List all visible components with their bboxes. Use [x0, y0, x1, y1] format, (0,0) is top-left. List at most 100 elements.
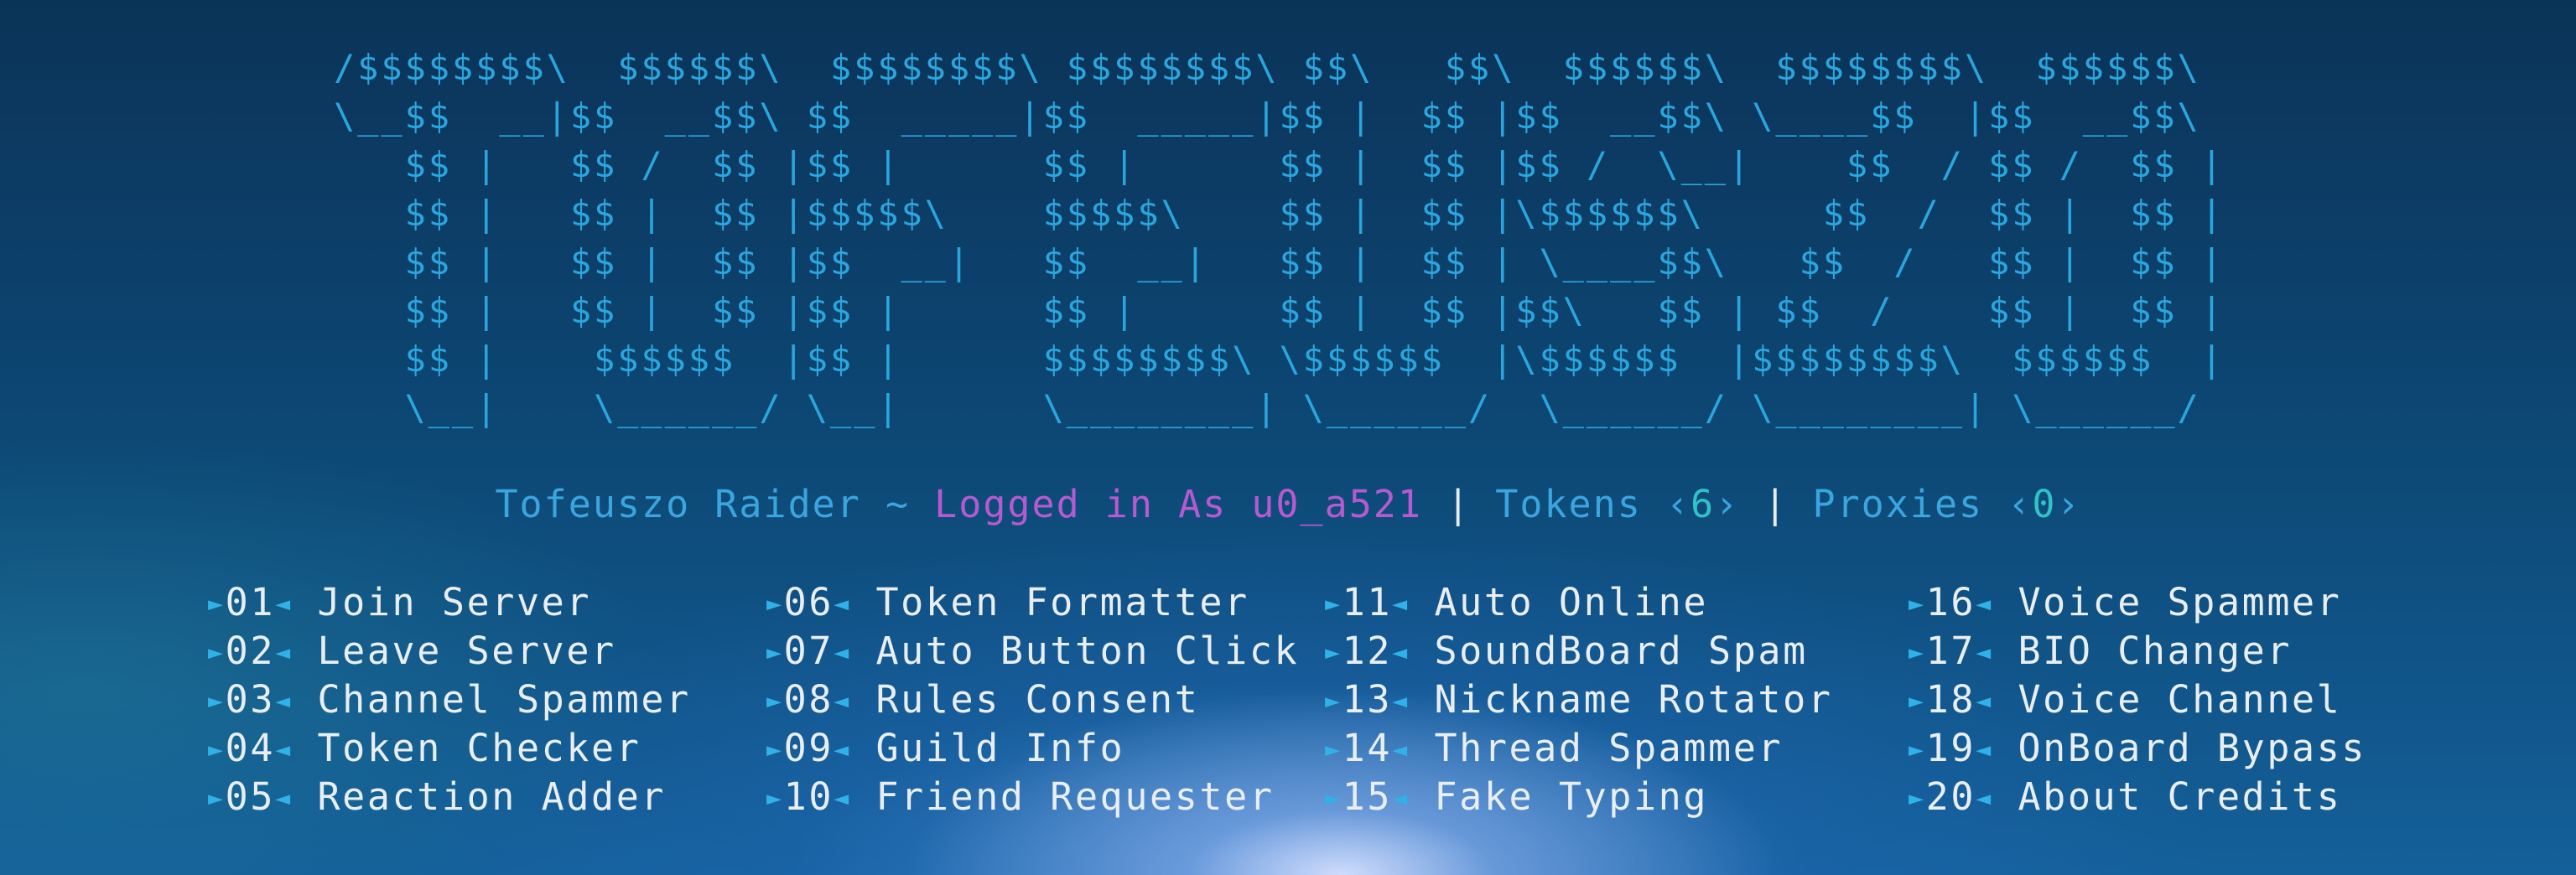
arrow-right-icon: ►: [766, 638, 784, 667]
logged-in-user: Logged in As u0_a521: [934, 482, 1422, 526]
tokens-bracket-open: ‹: [1665, 482, 1691, 526]
arrow-right-icon: ►: [208, 735, 226, 764]
menu-item-label: Fake Typing: [1434, 774, 1709, 819]
arrow-left-icon: ◄: [1976, 735, 1993, 764]
tokens-bracket-close: ›: [1715, 482, 1740, 526]
arrow-left-icon: ◄: [1392, 784, 1410, 813]
menu-item-18[interactable]: ►18◄ Voice Channel: [1909, 676, 2366, 724]
menu-item-label: Voice Channel: [2018, 677, 2342, 722]
menu-column-1: ►01◄ Join Server ►02◄ Leave Server ►03◄ Ch…: [208, 578, 691, 821]
menu-item-number: 14: [1342, 726, 1393, 770]
menu-item-number: 09: [783, 726, 834, 770]
menu-item-label: Voice Spammer: [2018, 580, 2342, 624]
status-pipe: |: [1422, 482, 1496, 526]
menu-item-02[interactable]: ►02◄ Leave Server: [208, 627, 691, 676]
menu-item-19[interactable]: ►19◄ OnBoard Bypass: [1909, 724, 2366, 773]
arrow-right-icon: ►: [1909, 735, 1926, 764]
menu-item-01[interactable]: ►01◄ Join Server: [208, 578, 691, 627]
menu-item-12[interactable]: ►12◄ SoundBoard Spam: [1325, 627, 1833, 676]
menu-item-11[interactable]: ►11◄ Auto Online: [1325, 578, 1833, 627]
menu-item-16[interactable]: ►16◄ Voice Spammer: [1909, 578, 2366, 627]
arrow-right-icon: ►: [1325, 638, 1343, 667]
menu-item-number: 19: [1925, 726, 1976, 770]
arrow-right-icon: ►: [1325, 686, 1343, 716]
banner-line: $$ | $$$$$$ |$$ | $$$$$$$$\ \$$$$$$ |\$$…: [334, 339, 2225, 380]
arrow-right-icon: ►: [1909, 784, 1926, 813]
menu-item-number: 01: [225, 580, 276, 624]
arrow-left-icon: ◄: [1392, 589, 1410, 619]
proxies-bracket-open: ‹: [2007, 482, 2033, 526]
status-line: Tofeuszo Raider ~ Logged in As u0_a521 |…: [0, 479, 2576, 530]
menu-item-label: Reaction Adder: [317, 774, 667, 819]
arrow-left-icon: ◄: [1976, 686, 1993, 716]
banner-line: \__| \______/ \__| \________| \______/ \…: [334, 387, 2201, 428]
arrow-right-icon: ►: [208, 638, 226, 667]
menu-item-15[interactable]: ►15◄ Fake Typing: [1325, 773, 1833, 821]
menu-item-label: Rules Consent: [875, 677, 1200, 722]
menu-item-20[interactable]: ►20◄ About Credits: [1909, 773, 2366, 821]
menu-item-13[interactable]: ►13◄ Nickname Rotator: [1325, 676, 1833, 724]
banner-line: $$ | $$ | $$ |$$$$$\ $$$$$\ $$ | $$ |\$$…: [334, 193, 2225, 234]
banner-line: /$$$$$$$$\ $$$$$$\ $$$$$$$$\ $$$$$$$$\ $…: [334, 47, 2201, 88]
tokens-label: Tokens: [1495, 482, 1666, 526]
arrow-right-icon: ►: [1909, 589, 1926, 619]
menu-item-label: Auto Button Click: [875, 629, 1300, 673]
menu-item-label: Join Server: [317, 580, 592, 624]
menu-item-label: Guild Info: [875, 726, 1125, 770]
arrow-left-icon: ◄: [1392, 686, 1410, 716]
menu-item-number: 10: [783, 774, 834, 819]
arrow-left-icon: ◄: [275, 589, 293, 619]
tokens-count: 6: [1690, 482, 1716, 526]
menu-item-04[interactable]: ►04◄ Token Checker: [208, 724, 691, 773]
menu-item-label: Auto Online: [1434, 580, 1709, 624]
app-name: Tofeuszo Raider: [495, 482, 861, 526]
menu-item-label: Friend Requester: [875, 774, 1275, 819]
arrow-left-icon: ◄: [834, 686, 851, 716]
menu-item-number: 20: [1925, 774, 1976, 819]
banner-line: $$ | $$ | $$ |$$ | $$ | $$ | $$ |$$\ $$ …: [334, 290, 2225, 331]
menu-item-03[interactable]: ►03◄ Channel Spammer: [208, 676, 691, 724]
menu-item-17[interactable]: ►17◄ BIO Changer: [1909, 627, 2366, 676]
menu-item-label: Token Formatter: [875, 580, 1249, 624]
menu-item-number: 08: [783, 677, 834, 722]
menu-item-08[interactable]: ►08◄ Rules Consent: [766, 676, 1299, 724]
menu-item-number: 03: [225, 677, 276, 722]
arrow-left-icon: ◄: [834, 589, 851, 619]
arrow-right-icon: ►: [1909, 686, 1926, 716]
menu-item-14[interactable]: ►14◄ Thread Spammer: [1325, 724, 1833, 773]
menu-item-label: Leave Server: [317, 629, 616, 673]
menu-item-number: 17: [1925, 629, 1976, 673]
arrow-right-icon: ►: [1909, 638, 1926, 667]
terminal-window: /$$$$$$$$\ $$$$$$\ $$$$$$$$\ $$$$$$$$\ $…: [0, 0, 2576, 875]
menu-item-09[interactable]: ►09◄ Guild Info: [766, 724, 1299, 773]
arrow-left-icon: ◄: [275, 735, 293, 764]
arrow-right-icon: ►: [1325, 735, 1343, 764]
arrow-right-icon: ►: [208, 589, 226, 619]
menu-item-06[interactable]: ►06◄ Token Formatter: [766, 578, 1299, 627]
menu-item-number: 05: [225, 774, 276, 819]
arrow-right-icon: ►: [766, 784, 784, 813]
proxies-label: Proxies: [1812, 482, 2008, 526]
status-separator: ~: [860, 482, 935, 526]
arrow-left-icon: ◄: [834, 638, 851, 667]
menu-column-3: ►11◄ Auto Online ►12◄ SoundBoard Spam ►13◄…: [1325, 578, 1833, 821]
arrow-right-icon: ►: [1325, 589, 1343, 619]
menu-item-05[interactable]: ►05◄ Reaction Adder: [208, 773, 691, 821]
menu-item-number: 04: [225, 726, 276, 770]
menu-item-number: 15: [1342, 774, 1393, 819]
menu-item-label: Token Checker: [317, 726, 641, 770]
menu-item-number: 12: [1342, 629, 1393, 673]
menu-item-label: Channel Spammer: [317, 677, 691, 722]
arrow-left-icon: ◄: [834, 784, 851, 813]
arrow-left-icon: ◄: [275, 638, 293, 667]
menu-item-number: 02: [225, 629, 276, 673]
menu-item-number: 11: [1342, 580, 1393, 624]
menu-item-number: 16: [1925, 580, 1976, 624]
menu-item-10[interactable]: ►10◄ Friend Requester: [766, 773, 1299, 821]
arrow-left-icon: ◄: [1976, 784, 1993, 813]
arrow-left-icon: ◄: [1976, 589, 1993, 619]
banner-line: $$ | $$ / $$ |$$ | $$ | $$ | $$ |$$ / \_…: [334, 144, 2225, 185]
menu-item-label: SoundBoard Spam: [1434, 629, 1808, 673]
menu-item-07[interactable]: ►07◄ Auto Button Click: [766, 627, 1299, 676]
ascii-banner: /$$$$$$$$\ $$$$$$\ $$$$$$$$\ $$$$$$$$\ $…: [334, 44, 2225, 432]
